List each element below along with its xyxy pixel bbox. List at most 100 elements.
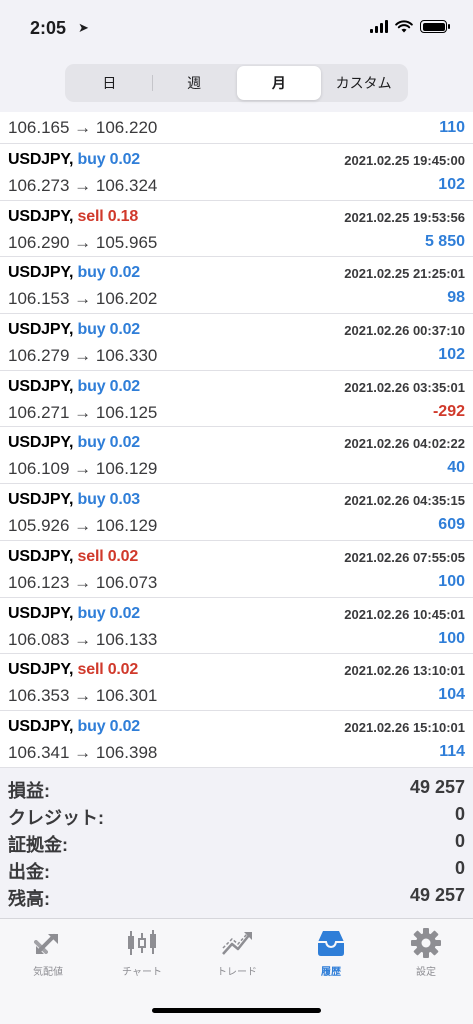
deal-volume: 0.02 [109, 604, 141, 622]
battery-icon [420, 20, 450, 33]
account-summary: 損益: 49 257 クレジット: 0 証拠金: 0 出金: 0 残高: 49 257 [0, 768, 473, 916]
tabbar-item[interactable]: トレード [197, 927, 277, 978]
tabbar-item[interactable]: 設定 [386, 927, 466, 978]
deal-profit: 100 [438, 572, 465, 590]
deal-volume: 0.02 [109, 377, 141, 395]
deal-row[interactable]: USDJPY, buy 0.02 2021.02.26 03:35:01 106.2… [0, 371, 473, 428]
deal-datetime: 2021.02.26 13:10:01 [344, 663, 465, 679]
tabbar-label: 履歴 [321, 967, 341, 978]
deal-title: USDJPY, sell 0.02 [8, 661, 138, 679]
deal-volume: 0.18 [107, 207, 139, 225]
tabbar-label: 設定 [416, 967, 436, 978]
history-deal-list[interactable]: 106.165 → 106.220 110 USDJPY, buy 0.02 20… [0, 112, 473, 768]
deal-profit: 104 [438, 686, 465, 704]
deal-profit: 5 850 [424, 232, 465, 250]
chart-icon [124, 927, 160, 959]
summary-value: 49 257 [409, 777, 465, 797]
deal-volume: 0.02 [107, 547, 139, 565]
status-bar: 2:05 ➤ [0, 0, 473, 58]
deal-datetime: 2021.02.26 04:35:15 [344, 493, 465, 509]
deal-symbol: USDJPY, [8, 717, 74, 735]
summary-value: 0 [454, 804, 465, 824]
deal-side: buy [77, 321, 106, 339]
trade-icon [219, 927, 255, 959]
summary-label: 損益: [8, 781, 50, 801]
summary-label: クレジット: [8, 808, 104, 828]
deal-side: buy [77, 377, 106, 395]
summary-value: 0 [454, 858, 465, 878]
deal-profit: 609 [438, 516, 465, 534]
deal-prices: 106.341 → 106.398 [8, 742, 158, 762]
deal-prices: 106.279 → 106.330 [8, 346, 158, 366]
tabbar-label: チャート [122, 967, 162, 978]
deal-volume: 0.02 [109, 717, 141, 735]
deal-profit: 110 [439, 119, 465, 136]
deal-symbol: USDJPY, [8, 321, 74, 339]
deal-side: sell [77, 547, 104, 565]
deal-prices: 106.165 → 106.220 [8, 118, 158, 137]
period-segmented-control: 日週月カスタム [65, 64, 408, 102]
deal-prices: 106.353 → 106.301 [8, 686, 158, 706]
deal-side: sell [77, 207, 104, 225]
deal-datetime: 2021.02.26 15:10:01 [344, 719, 465, 735]
period-tab[interactable]: 日 [67, 66, 152, 100]
summary-value: 49 257 [409, 885, 465, 905]
summary-row: 残高: 49 257 [0, 882, 473, 909]
deal-row[interactable]: USDJPY, sell 0.18 2021.02.25 19:53:56 106.… [0, 201, 473, 258]
deal-datetime: 2021.02.26 03:35:01 [344, 379, 465, 395]
summary-row: 損益: 49 257 [0, 774, 473, 801]
deal-datetime: 2021.02.25 19:45:00 [344, 153, 465, 168]
deal-prices: 106.273 → 106.324 [8, 176, 158, 195]
deal-title: USDJPY, buy 0.02 [8, 378, 140, 396]
deal-row[interactable]: USDJPY, buy 0.02 2021.02.26 10:45:01 106.0… [0, 598, 473, 655]
deal-symbol: USDJPY, [8, 151, 74, 168]
deal-prices: 106.123 → 106.073 [8, 572, 158, 592]
deal-volume: 0.02 [109, 434, 141, 452]
deal-row[interactable]: USDJPY, buy 0.02 2021.02.26 15:10:01 106.3… [0, 711, 473, 768]
status-icons [370, 20, 450, 33]
deal-profit: 100 [438, 629, 465, 647]
deal-row[interactable]: USDJPY, buy 0.02 2021.02.26 00:37:10 106.2… [0, 314, 473, 371]
home-indicator [152, 1008, 321, 1013]
deal-datetime: 2021.02.26 07:55:05 [344, 549, 465, 565]
deal-row[interactable]: USDJPY, buy 0.02 2021.02.25 21:25:01 106.1… [0, 257, 473, 315]
deal-prices: 106.083 → 106.133 [8, 629, 158, 649]
summary-row: 証拠金: 0 [0, 828, 473, 855]
period-tab[interactable]: 月 [236, 66, 322, 100]
tabbar-item[interactable]: チャート [102, 927, 182, 978]
deal-datetime: 2021.02.26 04:02:22 [344, 436, 465, 452]
deal-row[interactable]: USDJPY, sell 0.02 2021.02.26 13:10:01 106.… [0, 654, 473, 711]
deal-profit: 40 [447, 459, 465, 477]
deal-side: sell [77, 661, 104, 679]
deal-side: buy [77, 264, 106, 282]
location-arrow-icon: ➤ [78, 20, 89, 35]
deal-symbol: USDJPY, [8, 377, 74, 395]
deal-row[interactable]: USDJPY, buy 0.02 2021.02.26 04:02:22 106.1… [0, 427, 473, 485]
deal-volume: 0.02 [109, 321, 141, 339]
tabbar-item[interactable]: 履歴 [291, 927, 371, 978]
deal-title: USDJPY, buy 0.02 [8, 151, 140, 169]
cellular-signal-icon [370, 20, 388, 33]
summary-value: 0 [454, 831, 465, 851]
deal-datetime: 2021.02.25 19:53:56 [344, 209, 465, 225]
deal-datetime: 2021.02.26 10:45:01 [344, 606, 465, 622]
deal-row[interactable]: USDJPY, sell 0.02 2021.02.26 07:55:05 106.… [0, 541, 473, 598]
deal-row[interactable]: USDJPY, buy 0.03 2021.02.26 04:35:15 105.9… [0, 484, 473, 541]
deal-row[interactable]: USDJPY, buy 0.02 2021.02.25 19:45:00 106.2… [0, 144, 473, 201]
summary-label: 証拠金: [8, 835, 68, 855]
summary-label: 残高: [8, 889, 50, 909]
deal-symbol: USDJPY, [8, 661, 74, 679]
status-time: 2:05 [30, 18, 67, 38]
deal-title: USDJPY, buy 0.03 [8, 491, 140, 509]
deal-profit: 98 [447, 289, 465, 307]
deal-prices: 105.926 → 106.129 [8, 516, 158, 536]
tabbar-item[interactable]: 気配値 [8, 927, 88, 978]
deal-symbol: USDJPY, [8, 207, 74, 225]
deal-symbol: USDJPY, [8, 264, 74, 282]
deal-side: buy [77, 434, 106, 452]
period-tab[interactable]: 週 [151, 66, 237, 100]
summary-label: 出金: [8, 862, 50, 882]
period-tab[interactable]: カスタム [321, 66, 406, 100]
deal-row-partial[interactable]: 106.165 → 106.220 110 [0, 112, 473, 144]
deal-prices: 106.290 → 105.965 [8, 232, 158, 252]
